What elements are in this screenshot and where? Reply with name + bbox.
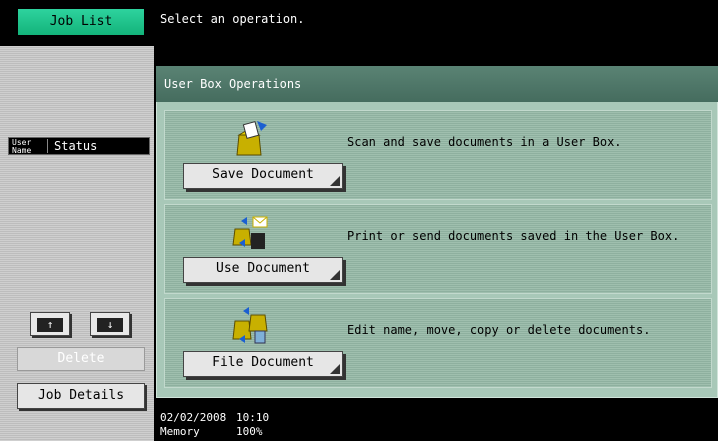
save-document-row: Save Document Scan and save documents in… [164, 110, 712, 200]
user-name-column-label: User Name [12, 138, 32, 155]
file-document-description: Edit name, move, copy or delete document… [347, 323, 651, 337]
operation-message: Select an operation. [160, 12, 305, 26]
job-queue-header: User Name Status [8, 137, 150, 155]
date-display: 02/02/2008 [160, 411, 227, 424]
status-bar: 02/02/2008 10:10 Memory 100% [154, 404, 718, 441]
save-document-description: Scan and save documents in a User Box. [347, 135, 622, 149]
delete-button[interactable]: Delete [17, 347, 145, 371]
panel-title: User Box Operations [156, 66, 718, 102]
memory-label: Memory [160, 425, 200, 438]
column-separator [47, 139, 48, 153]
job-details-button[interactable]: Job Details [17, 383, 145, 409]
use-document-icon [232, 216, 268, 249]
down-arrow-icon: ↓ [97, 318, 123, 332]
save-document-button[interactable]: Save Document [183, 163, 343, 189]
use-document-description: Print or send documents saved in the Use… [347, 229, 680, 243]
time-display: 10:10 [236, 411, 270, 424]
file-document-row: File Document Edit name, move, copy or d… [164, 298, 712, 388]
save-document-icon [236, 121, 267, 156]
use-document-row: Use Document Print or send documents sav… [164, 204, 712, 294]
job-list-button[interactable]: Job List [16, 7, 146, 37]
file-document-icon [232, 307, 268, 344]
status-column-label: Status [54, 139, 98, 153]
scroll-up-button[interactable]: ↑ [30, 312, 70, 336]
scroll-down-button[interactable]: ↓ [90, 312, 130, 336]
memory-value: 100% [236, 425, 263, 438]
use-document-button[interactable]: Use Document [183, 257, 343, 283]
file-document-button[interactable]: File Document [183, 351, 343, 377]
left-panel [0, 0, 154, 441]
up-arrow-icon: ↑ [37, 318, 63, 332]
